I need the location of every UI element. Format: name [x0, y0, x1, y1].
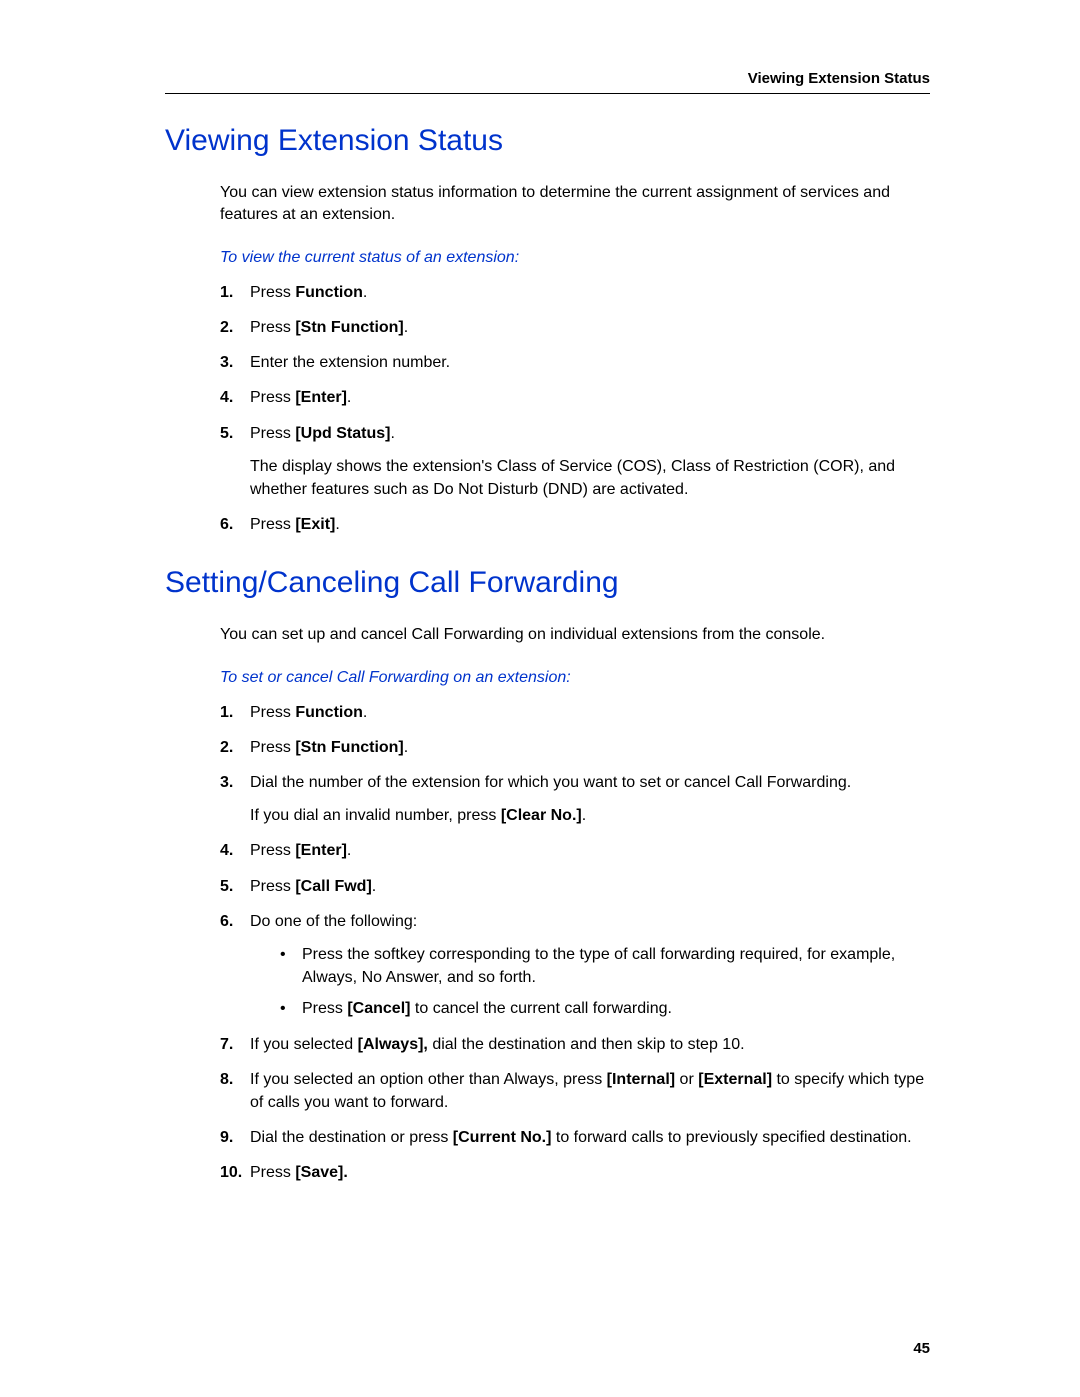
step-bold: [Cancel] [347, 1000, 410, 1017]
step-text: Press [250, 389, 295, 406]
step: If you selected [Always], dial the desti… [220, 1033, 930, 1056]
step-bold: [Upd Status] [295, 425, 390, 442]
step-text: Press [250, 878, 295, 895]
step: Press Function. [220, 281, 930, 304]
step-bold: [Always], [358, 1036, 428, 1053]
step-text: Press [250, 739, 295, 756]
step-text: If you dial an invalid number, press [250, 807, 501, 824]
step-text: to forward calls to previously specified… [551, 1129, 911, 1146]
bullet-item: Press the softkey corresponding to the t… [280, 943, 930, 989]
page-container: Viewing Extension Status Viewing Extensi… [0, 0, 1080, 1397]
step-bold: [Call Fwd] [295, 878, 371, 895]
step-text: dial the destination and then skip to st… [428, 1036, 745, 1053]
step-text: . [347, 842, 351, 859]
step: Press [Enter]. [220, 839, 930, 862]
step: If you selected an option other than Alw… [220, 1068, 930, 1114]
step-text: . [363, 704, 367, 721]
section1-steps: Press Function. Press [Stn Function]. En… [220, 281, 930, 537]
step-text: If you selected [250, 1036, 358, 1053]
step-text: Press [250, 1164, 295, 1181]
step-text: . [363, 284, 367, 301]
step: Press [Exit]. [220, 513, 930, 536]
step-text: Press [250, 425, 295, 442]
step: Press Function. [220, 701, 930, 724]
step: Press [Call Fwd]. [220, 875, 930, 898]
step-text: Press [250, 516, 295, 533]
step-text: . [404, 739, 408, 756]
step-bold: [Save]. [295, 1164, 347, 1181]
section2-intro: You can set up and cancel Call Forwardin… [220, 624, 930, 646]
step: Dial the number of the extension for whi… [220, 771, 930, 827]
step-text: Press [302, 1000, 347, 1017]
step: Press [Save]. [220, 1161, 930, 1184]
step-text: Press [250, 842, 295, 859]
step: Press [Stn Function]. [220, 736, 930, 759]
step: Press [Upd Status]. The display shows th… [220, 422, 930, 502]
running-header: Viewing Extension Status [165, 70, 930, 94]
step: Enter the extension number. [220, 351, 930, 374]
step-text: . [582, 807, 586, 824]
bullet-item: Press [Cancel] to cancel the current cal… [280, 997, 930, 1020]
step-text: Press [250, 704, 295, 721]
step-text: Dial the number of the extension for whi… [250, 774, 851, 791]
section1-body: You can view extension status informatio… [220, 182, 930, 536]
step-bold: [Current No.] [453, 1129, 552, 1146]
step-text: Do one of the following: [250, 913, 417, 930]
step-bold: [Enter] [295, 842, 347, 859]
step-bullets: Press the softkey corresponding to the t… [280, 943, 930, 1021]
section1-subhead: To view the current status of an extensi… [220, 249, 930, 267]
step-bold: [Enter] [295, 389, 347, 406]
step: Press [Stn Function]. [220, 316, 930, 339]
step-text: Dial the destination or press [250, 1129, 453, 1146]
step-text: . [404, 319, 408, 336]
section1-heading: Viewing Extension Status [165, 124, 930, 158]
step-text: . [390, 425, 394, 442]
step-extra: The display shows the extension's Class … [250, 455, 930, 501]
section2-subhead: To set or cancel Call Forwarding on an e… [220, 669, 930, 687]
step-text: If you selected an option other than Alw… [250, 1071, 607, 1088]
page-number: 45 [913, 1340, 930, 1357]
step-bold: [Stn Function] [295, 739, 403, 756]
section1-intro: You can view extension status informatio… [220, 182, 930, 227]
section2-heading: Setting/Canceling Call Forwarding [165, 566, 930, 600]
step: Press [Enter]. [220, 386, 930, 409]
step-text: . [347, 389, 351, 406]
step-bold: [Exit] [295, 516, 335, 533]
step-extra: If you dial an invalid number, press [Cl… [250, 804, 930, 827]
step-text: or [675, 1071, 698, 1088]
section2-body: You can set up and cancel Call Forwardin… [220, 624, 930, 1184]
step-text: Press [250, 284, 295, 301]
step-text: . [372, 878, 376, 895]
step-bold: [Clear No.] [501, 807, 582, 824]
step-text: Press [250, 319, 295, 336]
step-text: to cancel the current call forwarding. [410, 1000, 671, 1017]
step-text: . [335, 516, 339, 533]
step-bold: [External] [698, 1071, 772, 1088]
step-bold: [Internal] [607, 1071, 675, 1088]
step: Do one of the following: Press the softk… [220, 910, 930, 1021]
step-bold: [Stn Function] [295, 319, 403, 336]
section2-steps: Press Function. Press [Stn Function]. Di… [220, 701, 930, 1185]
step-bold: Function [295, 704, 363, 721]
step: Dial the destination or press [Current N… [220, 1126, 930, 1149]
step-text: Enter the extension number. [250, 354, 450, 371]
step-bold: Function [295, 284, 363, 301]
